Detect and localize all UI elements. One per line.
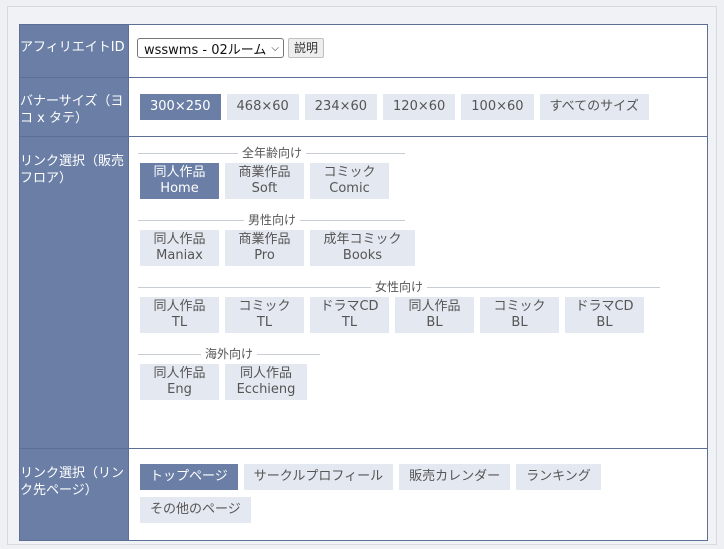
- affiliate-id-label: アフィリエイトID: [19, 24, 129, 78]
- floor-option-2-3[interactable]: 同人作品 BL: [395, 297, 474, 333]
- link-dest-label: リンク選択（リンク先ページ）: [19, 448, 129, 541]
- link-builder-form: アフィリエイトID wsswms - 02ルーム ⌵ 説明 バナーサイズ（ヨコ …: [19, 24, 708, 541]
- banner-size-label-text: バナーサイズ（ヨコ x タテ）: [20, 94, 124, 126]
- banner-size-label: バナーサイズ（ヨコ x タテ）: [19, 77, 129, 137]
- banner-size-option-1[interactable]: 468×60: [226, 94, 299, 120]
- floor-option-name: ドラマCD: [575, 299, 634, 314]
- floor-option-name: 成年コミック: [323, 232, 402, 247]
- floor-option-code: TL: [171, 315, 188, 330]
- banner-size-options: 300×250 468×60 234×60 120×60 100×60 すべてのサイズ: [129, 78, 707, 127]
- floor-option-0-2[interactable]: コミック Comic: [310, 163, 389, 199]
- floor-option-name: 商業作品: [238, 165, 291, 180]
- floor-option-1-2[interactable]: 成年コミック Books: [310, 230, 415, 266]
- floor-group-title: 海外向け: [201, 346, 258, 362]
- floor-option-0-1[interactable]: 商業作品 Soft: [225, 163, 304, 199]
- banner-size-option-4[interactable]: 100×60: [461, 94, 534, 120]
- link-dest-option-1[interactable]: サークルプロフィール: [243, 464, 394, 490]
- affiliate-id-selected: wsswms - 02ルーム: [144, 42, 267, 58]
- link-dest-option-2[interactable]: 販売カレンダー: [399, 464, 511, 490]
- floor-option-0-0[interactable]: 同人作品 Home: [140, 163, 219, 199]
- floor-option-code: Maniax: [156, 248, 203, 263]
- floor-label-text: リンク選択（販売フロア）: [20, 154, 125, 186]
- link-dest-option-4[interactable]: その他のページ: [140, 497, 251, 523]
- floor-option-code: Comic: [329, 181, 370, 196]
- link-dest-options: トップページ サークルプロフィール 販売カレンダー ランキングその他のページ: [129, 449, 700, 530]
- banner-size-option-2[interactable]: 234×60: [304, 94, 378, 120]
- floor-option-name: 同人作品: [153, 165, 206, 180]
- floor-option-name: 同人作品: [153, 299, 206, 314]
- floor-option-code: TL: [256, 315, 273, 330]
- help-button[interactable]: 説明: [288, 38, 325, 58]
- floor-groups: 全年齢向け 同人作品 Home 商業作品 Soft コミック Comic 男性向け 同人作品 Ma…: [129, 137, 707, 400]
- floor-option-code: BL: [426, 315, 443, 330]
- floor-group-3: 海外向け 同人作品 Eng 同人作品 Ecchieng: [129, 346, 707, 400]
- floor-option-name: 同人作品: [239, 366, 292, 381]
- floor-option-3-1[interactable]: 同人作品 Ecchieng: [225, 364, 307, 400]
- floor-option-code: TL: [341, 315, 358, 330]
- banner-size-option-5[interactable]: すべてのサイズ: [539, 94, 649, 120]
- floor-option-name: ドラマCD: [320, 299, 379, 314]
- floor-option-name: コミック: [493, 299, 546, 314]
- floor-group-2: 女性向け 同人作品 TL コミック TL ドラマCD TL 同人作品 BL コミック BL ドラマCD…: [129, 279, 707, 333]
- link-dest-label-text: リンク選択（リンク先ページ）: [20, 466, 125, 498]
- floor-tiles: 同人作品 Eng 同人作品 Ecchieng: [140, 364, 707, 400]
- floor-option-code: Eng: [167, 382, 192, 397]
- floor-tiles: 同人作品 Home 商業作品 Soft コミック Comic: [140, 163, 707, 199]
- floor-option-code: Home: [160, 181, 199, 196]
- link-dest-option-0[interactable]: トップページ: [140, 464, 238, 490]
- banner-size-option-3[interactable]: 120×60: [383, 94, 456, 120]
- affiliate-id-label-text: アフィリエイトID: [20, 40, 125, 55]
- chevron-down-icon: ⌵: [271, 42, 279, 54]
- floor-option-code: BL: [511, 315, 528, 330]
- floor-group-title: 女性向け: [371, 279, 428, 295]
- floor-option-code: BL: [596, 315, 613, 330]
- floor-option-name: 同人作品: [408, 299, 461, 314]
- floor-option-name: 商業作品: [238, 232, 291, 247]
- floor-tiles: 同人作品 Maniax 商業作品 Pro 成年コミック Books: [140, 230, 707, 266]
- floor-option-name: コミック: [323, 165, 376, 180]
- floor-group-header: 全年齢向け: [138, 145, 707, 161]
- floor-option-2-1[interactable]: コミック TL: [225, 297, 304, 333]
- floor-option-name: 同人作品: [153, 232, 206, 247]
- floor-group-header: 男性向け: [138, 212, 707, 228]
- floor-option-3-0[interactable]: 同人作品 Eng: [140, 364, 219, 400]
- floor-group-title: 男性向け: [244, 212, 301, 228]
- floor-label: リンク選択（販売フロア）: [19, 136, 129, 449]
- floor-option-code: Books: [342, 248, 383, 263]
- floor-group-title: 全年齢向け: [238, 145, 307, 161]
- banner-size-option-0[interactable]: 300×250: [140, 94, 221, 120]
- floor-group-1: 男性向け 同人作品 Maniax 商業作品 Pro 成年コミック Books: [129, 212, 707, 266]
- floor-group-header: 女性向け: [138, 279, 707, 295]
- floor-option-code: Soft: [251, 181, 278, 196]
- floor-option-code: Ecchieng: [236, 382, 296, 397]
- floor-group-header: 海外向け: [138, 346, 707, 362]
- link-dest-option-3[interactable]: ランキング: [516, 464, 601, 490]
- floor-option-name: 同人作品: [153, 366, 206, 381]
- link-builder-panel: アフィリエイトID wsswms - 02ルーム ⌵ 説明 バナーサイズ（ヨコ …: [7, 6, 717, 545]
- floor-tiles: 同人作品 TL コミック TL ドラマCD TL 同人作品 BL コミック BL ドラマCD BL: [140, 297, 707, 333]
- floor-option-2-4[interactable]: コミック BL: [480, 297, 559, 333]
- floor-option-name: コミック: [238, 299, 291, 314]
- floor-option-2-2[interactable]: ドラマCD TL: [310, 297, 389, 333]
- affiliate-id-select[interactable]: wsswms - 02ルーム ⌵: [137, 38, 284, 58]
- floor-option-1-0[interactable]: 同人作品 Maniax: [140, 230, 219, 266]
- floor-option-2-5[interactable]: ドラマCD BL: [565, 297, 644, 333]
- floor-group-0: 全年齢向け 同人作品 Home 商業作品 Soft コミック Comic: [129, 145, 707, 199]
- floor-option-1-1[interactable]: 商業作品 Pro: [225, 230, 304, 266]
- floor-option-code: Pro: [254, 248, 275, 263]
- floor-option-2-0[interactable]: 同人作品 TL: [140, 297, 219, 333]
